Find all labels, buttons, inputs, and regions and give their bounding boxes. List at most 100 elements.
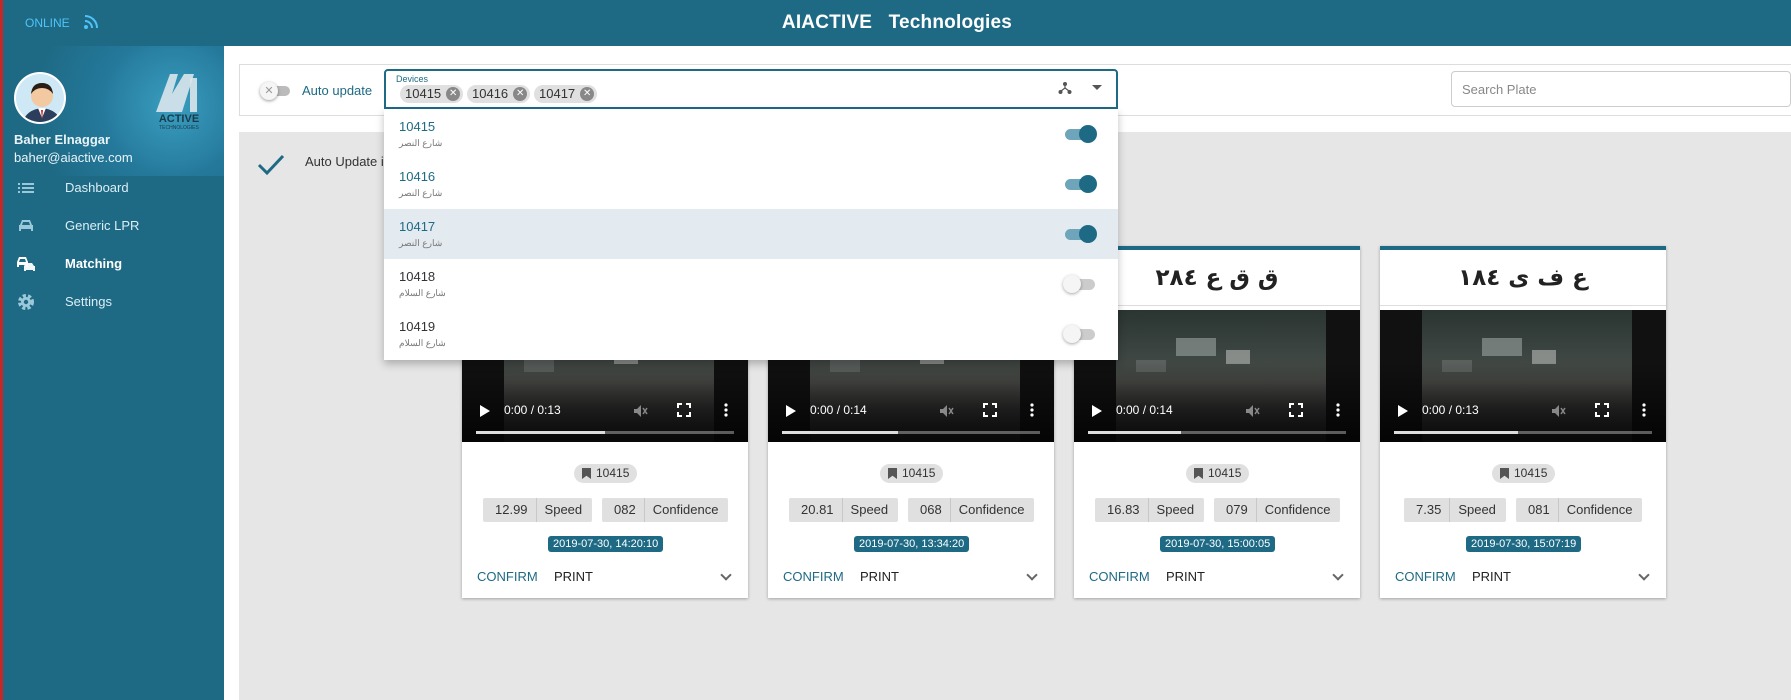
search-plate-field[interactable] [1451,71,1791,107]
play-icon[interactable] [1398,405,1408,417]
expand-chevron-icon[interactable] [1638,569,1650,581]
bookmark-icon [582,468,591,479]
device-option[interactable]: 10419 شارع السلام [384,309,1118,359]
fullscreen-icon[interactable] [983,403,997,417]
bookmark-icon [1500,468,1509,479]
device-code: 10417 [399,219,436,234]
confidence-value: 082 [602,498,645,522]
speed-label: Speed [544,502,583,517]
confidence-label: Confidence [958,502,1025,517]
device-street: شارع السلام [399,338,446,348]
volume-icon[interactable] [940,404,954,417]
fullscreen-icon[interactable] [1289,403,1303,417]
device-option[interactable]: 10418 شارع السلام [384,259,1118,309]
video-progress-bar[interactable] [1394,431,1652,434]
device-toggle[interactable] [1063,274,1097,294]
remove-chip-icon[interactable]: ✕ [513,87,528,101]
expand-chevron-icon[interactable] [1026,569,1038,581]
print-button[interactable]: PRINT [860,569,899,584]
device-option[interactable]: 10417 شارع النصر [384,209,1118,259]
nav-item-generic-lpr[interactable]: Generic LPR [3,206,224,246]
device-chip[interactable]: 10415 ✕ [400,85,464,103]
print-button[interactable]: PRINT [1166,569,1205,584]
play-icon[interactable] [480,405,490,417]
video-progress-bar[interactable] [1088,431,1346,434]
video-time: 0:00 / 0:13 [1422,403,1479,417]
device-option[interactable]: 10416 شارع النصر [384,159,1118,209]
expand-chevron-icon[interactable] [720,569,732,581]
speed-stat: 20.81 Speed [789,498,899,522]
plate-number: ع ف ى ١٨٤ [1380,250,1666,306]
tree-icon[interactable] [1058,81,1072,100]
confirm-button[interactable]: CONFIRM [1089,569,1150,584]
device-badge: 10415 [574,464,638,483]
video-progress-bar[interactable] [476,431,734,434]
auto-update-toggle[interactable]: ✕ [260,81,292,101]
confidence-value: 068 [908,498,951,522]
more-options-icon[interactable] [1030,403,1034,417]
video-shade [768,362,1054,442]
speed-stat: 12.99 Speed [483,498,593,522]
confirm-button[interactable]: CONFIRM [477,569,538,584]
more-options-icon[interactable] [1336,403,1340,417]
fullscreen-icon[interactable] [1595,403,1609,417]
confidence-stat: 081 Confidence [1516,498,1643,522]
print-button[interactable]: PRINT [554,569,593,584]
progress-fill [1394,431,1518,434]
speed-stat: 16.83 Speed [1095,498,1205,522]
video-shade [1380,362,1666,442]
volume-icon[interactable] [1552,404,1566,417]
toggle-knob [1063,275,1081,293]
device-option[interactable]: 10415 شارع النصر [384,109,1118,159]
device-chip[interactable]: 10416 ✕ [467,85,531,103]
nav-label: Matching [65,256,123,271]
device-toggle[interactable] [1063,174,1097,194]
toggle-knob [1063,325,1081,343]
device-code: 10415 [399,119,436,134]
fullscreen-icon[interactable] [677,403,691,417]
confirm-button[interactable]: CONFIRM [1395,569,1456,584]
device-toggle[interactable] [1063,124,1097,144]
device-toggle[interactable] [1063,324,1097,344]
avatar[interactable] [14,72,66,124]
volume-icon[interactable] [634,404,648,417]
remove-chip-icon[interactable]: ✕ [580,87,595,101]
chip-label: 10415 [405,86,442,101]
volume-icon[interactable] [1246,404,1260,417]
play-icon[interactable] [1092,405,1102,417]
bookmark-icon [888,468,897,479]
confidence-value: 081 [1516,498,1559,522]
print-button[interactable]: PRINT [1472,569,1511,584]
more-options-icon[interactable] [724,403,728,417]
device-toggle[interactable] [1063,224,1097,244]
app-title: AIACTIVE Technologies [781,12,1013,33]
more-options-icon[interactable] [1642,403,1646,417]
confirm-button[interactable]: CONFIRM [783,569,844,584]
device-street: شارع النصر [399,188,443,198]
speed-value: 20.81 [789,498,843,522]
car-icon [16,216,36,236]
video-shade [462,362,748,442]
video-progress-bar[interactable] [782,431,1040,434]
nav-item-dashboard[interactable]: Dashboard [3,168,224,208]
nav-label: Settings [65,294,112,309]
search-plate-input[interactable] [1452,72,1790,106]
nav-item-matching[interactable]: Matching [3,244,224,284]
device-code: 10418 [399,269,436,284]
auto-update-label: Auto update [302,83,373,98]
confidence-value: 079 [1214,498,1257,522]
timestamp-badge: 2019-07-30, 15:00:05 [1160,536,1276,552]
remove-chip-icon[interactable]: ✕ [446,87,461,101]
gear-icon [16,292,36,312]
expand-chevron-icon[interactable] [1332,569,1344,581]
devices-select[interactable]: Devices 10415 ✕ 10416 ✕ 10417 ✕ [384,69,1118,109]
device-badge: 10415 [880,464,944,483]
chip-label: 10417 [539,86,576,101]
device-chip[interactable]: 10417 ✕ [534,85,598,103]
dropdown-arrow-icon[interactable] [1092,85,1102,90]
video-player[interactable]: 0:00 / 0:13 [1380,310,1666,442]
confidence-stat: 068 Confidence [908,498,1035,522]
nav-item-settings[interactable]: Settings [3,282,224,322]
video-time: 0:00 / 0:13 [504,403,561,417]
play-icon[interactable] [786,405,796,417]
